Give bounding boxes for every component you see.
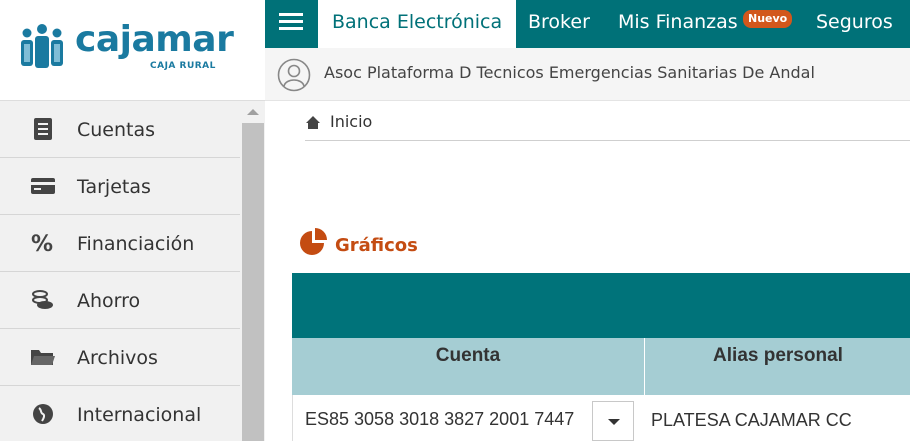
- breadcrumb: Inicio: [305, 112, 910, 141]
- table-row[interactable]: ES85 3058 3018 3827 2001 7447 PLATESA CA…: [292, 395, 910, 441]
- account-alias: PLATESA CAJAMAR CC: [651, 410, 852, 430]
- section-title: Gráficos: [335, 235, 418, 256]
- pie-chart-icon: [300, 228, 327, 255]
- sidebar-item-label: Internacional: [77, 404, 202, 426]
- brand-name: cajamar: [75, 19, 234, 60]
- breadcrumb-home-link[interactable]: Inicio: [330, 112, 372, 131]
- brand-tagline: CAJA RURAL: [150, 61, 216, 71]
- top-navigation: Banca Electrónica Broker Mis Finanzas Nu…: [265, 0, 910, 48]
- tab-broker[interactable]: Broker: [528, 0, 590, 48]
- sidebar-item-internacional[interactable]: Internacional: [0, 386, 240, 441]
- sidebar-item-label: Cuentas: [77, 119, 156, 141]
- sidebar-item-ahorro[interactable]: Ahorro: [0, 272, 240, 329]
- account-number: ES85 3058 3018 3827 2001 7447: [305, 409, 575, 429]
- home-icon: [306, 116, 320, 129]
- sidebar-item-financiacion[interactable]: % Financiación: [0, 215, 240, 272]
- chevron-down-icon: [608, 419, 620, 425]
- tab-mis-finanzas[interactable]: Mis Finanzas: [618, 0, 738, 48]
- tab-banca-electronica[interactable]: Banca Electrónica: [318, 0, 517, 48]
- user-name: Asoc Plataforma D Tecnicos Emergencias S…: [324, 63, 815, 82]
- piggy-bank-icon: [32, 290, 53, 309]
- credit-card-icon: [31, 178, 55, 194]
- sidebar-item-tarjetas[interactable]: Tarjetas: [0, 158, 240, 215]
- sidebar: Cuentas Tarjetas % Financiación Ahorro A…: [0, 100, 265, 441]
- scroll-thumb[interactable]: [242, 123, 264, 441]
- sidebar-item-label: Archivos: [77, 347, 158, 369]
- sidebar-item-cuentas[interactable]: Cuentas: [0, 101, 240, 158]
- brand-logo[interactable]: cajamar CAJA RURAL: [0, 0, 265, 100]
- sidebar-item-label: Financiación: [77, 233, 195, 255]
- tab-seguros[interactable]: Seguros: [816, 0, 893, 48]
- user-bar: Asoc Plataforma D Tecnicos Emergencias S…: [265, 48, 910, 101]
- sidebar-item-label: Ahorro: [77, 290, 141, 312]
- percent-icon: %: [31, 232, 53, 255]
- svg-text:%: %: [31, 232, 53, 255]
- table-header: Cuenta Alias personal: [292, 338, 910, 395]
- user-avatar-icon[interactable]: [277, 58, 311, 92]
- cajamar-people-logo-icon: [21, 24, 63, 68]
- sidebar-item-label: Tarjetas: [77, 176, 151, 198]
- globe-icon: [33, 404, 53, 424]
- folder-icon: [31, 350, 55, 365]
- column-header-alias: Alias personal: [713, 345, 843, 366]
- sidebar-scrollbar[interactable]: [242, 101, 264, 441]
- new-badge: Nuevo: [743, 10, 793, 28]
- scroll-up-icon[interactable]: [247, 109, 259, 115]
- sidebar-item-archivos[interactable]: Archivos: [0, 329, 240, 386]
- column-header-cuenta: Cuenta: [292, 338, 645, 395]
- document-icon: [34, 118, 52, 140]
- hamburger-menu-icon[interactable]: [265, 0, 317, 48]
- table-toolbar: [292, 273, 910, 338]
- account-dropdown-button[interactable]: [592, 401, 634, 441]
